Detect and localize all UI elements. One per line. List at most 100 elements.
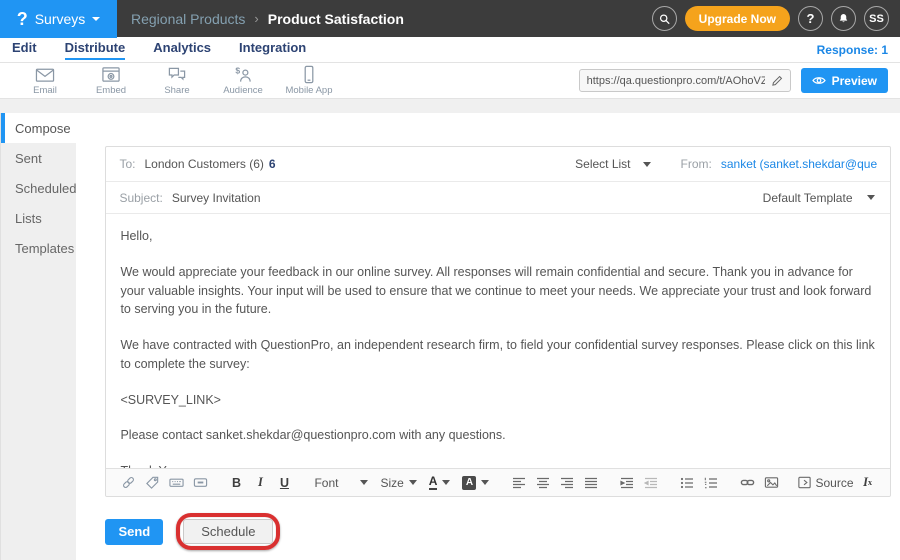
email-body-editor[interactable]: Hello, We would appreciate your feedback… [106, 214, 889, 468]
bulleted-list-icon [680, 476, 694, 490]
sidebar-item-compose[interactable]: Compose [1, 113, 76, 143]
to-row: To: London Customers (6) 6 Select List F… [106, 147, 889, 182]
align-center-button[interactable] [533, 472, 553, 494]
chevron-down-icon [481, 480, 489, 485]
subject-value[interactable]: Survey Invitation [172, 191, 261, 205]
channel-share[interactable]: Share [144, 65, 210, 96]
audience-icon: $ [232, 65, 254, 84]
mobile-phone-icon [298, 65, 320, 84]
to-value[interactable]: London Customers (6) [144, 157, 263, 171]
share-icon [166, 65, 188, 84]
sidebar-item-sent[interactable]: Sent [1, 143, 76, 173]
from-value[interactable]: sanket (sanket.shekdar@ques... [721, 157, 877, 171]
background-color-dropdown[interactable]: A [458, 476, 493, 490]
bulleted-list-button[interactable] [677, 472, 697, 494]
size-dropdown-label: Size [380, 476, 403, 490]
channel-label: Email [33, 85, 57, 96]
bold-button[interactable]: B [226, 472, 246, 494]
font-size-dropdown[interactable]: Size [376, 476, 420, 490]
email-compose-card: To: London Customers (6) 6 Select List F… [105, 146, 890, 497]
product-menu-label: Surveys [35, 11, 86, 27]
avatar-initials: SS [869, 13, 884, 25]
breadcrumb-folder[interactable]: Regional Products [131, 11, 245, 27]
user-avatar[interactable]: SS [864, 6, 889, 31]
tab-edit[interactable]: Edit [12, 40, 37, 60]
chevron-down-icon [442, 480, 450, 485]
template-dropdown[interactable]: Default Template [763, 191, 875, 205]
content-area: Compose Sent Scheduled Lists Templates T… [0, 113, 900, 560]
remove-format-button[interactable]: Ix [858, 472, 878, 494]
eye-icon [812, 75, 826, 86]
preview-button[interactable]: Preview [801, 68, 888, 93]
sidebar-item-templates[interactable]: Templates [1, 233, 76, 263]
upgrade-now-button[interactable]: Upgrade Now [685, 6, 790, 31]
preview-label: Preview [832, 74, 877, 88]
question-mark-icon: ? [807, 11, 815, 26]
insert-link-button[interactable] [737, 472, 757, 494]
numbered-list-button[interactable] [701, 472, 721, 494]
survey-url-field[interactable]: https://qa.questionpro.com/t/AOhoVZfqml [579, 69, 791, 92]
justify-button[interactable] [581, 472, 601, 494]
rich-text-toolbar: B I U Font Size A [106, 468, 889, 496]
surveys-product-menu[interactable]: ? Surveys [0, 0, 117, 38]
align-right-button[interactable] [557, 472, 577, 494]
help-button[interactable]: ? [798, 6, 823, 31]
tab-integration[interactable]: Integration [239, 40, 306, 60]
tab-analytics[interactable]: Analytics [153, 40, 211, 60]
notifications-button[interactable] [831, 6, 856, 31]
tag-icon [145, 475, 160, 490]
channel-audience[interactable]: $ Audience [210, 65, 276, 96]
red-highlight-annotation: Schedule [176, 513, 280, 550]
response-count[interactable]: Response: 1 [817, 43, 888, 57]
bell-icon [838, 12, 849, 25]
email-body-paragraph: We would appreciate your feedback in our… [120, 263, 875, 319]
questionpro-distribute-page: ? Surveys Regional Products › Product Sa… [0, 0, 900, 560]
chevron-down-icon [360, 480, 368, 485]
tab-distribute[interactable]: Distribute [65, 40, 126, 60]
subject-row: Subject: Survey Invitation Default Templ… [106, 182, 889, 214]
insert-image-button[interactable] [761, 472, 781, 494]
align-right-icon [560, 476, 574, 490]
channel-embed[interactable]: Embed [78, 65, 144, 96]
channel-label: Mobile App [285, 85, 332, 96]
insert-tag-button[interactable] [142, 472, 162, 494]
select-list-dropdown[interactable]: Select List [575, 157, 650, 171]
font-dropdown-label: Font [314, 476, 338, 490]
source-label: Source [815, 476, 853, 490]
breadcrumb-separator-icon: › [254, 11, 258, 26]
channel-email[interactable]: Email [12, 65, 78, 96]
channel-label: Embed [96, 85, 126, 96]
channel-label: Share [164, 85, 189, 96]
source-code-icon [797, 475, 812, 490]
to-label: To: [119, 157, 135, 171]
questionpro-logo-icon: ? [17, 10, 28, 28]
channel-mobile-app[interactable]: Mobile App [276, 65, 342, 96]
edit-pencil-icon[interactable] [771, 75, 783, 87]
send-button[interactable]: Send [105, 519, 163, 545]
decrease-indent-button[interactable] [641, 472, 661, 494]
svg-text:$: $ [235, 66, 240, 76]
header-actions: Upgrade Now ? SS [652, 6, 900, 31]
underline-button[interactable]: U [274, 472, 294, 494]
email-body-paragraph: Hello, [120, 227, 875, 246]
channel-label: Audience [223, 85, 263, 96]
chevron-down-icon [409, 480, 417, 485]
text-color-dropdown[interactable]: A [425, 475, 455, 490]
image-icon [764, 475, 779, 490]
insert-survey-link-button[interactable] [118, 472, 138, 494]
font-family-dropdown[interactable]: Font [310, 476, 372, 490]
keyboard-button[interactable] [166, 472, 186, 494]
indent-icon [620, 476, 634, 490]
chain-links-icon [121, 475, 136, 490]
search-button[interactable] [652, 6, 677, 31]
sidebar-item-lists[interactable]: Lists [1, 203, 76, 233]
schedule-button[interactable]: Schedule [183, 519, 273, 544]
align-left-button[interactable] [509, 472, 529, 494]
sidebar-item-scheduled[interactable]: Scheduled [1, 173, 76, 203]
from-section: From: sanket (sanket.shekdar@ques... [681, 157, 877, 171]
increase-indent-button[interactable] [617, 472, 637, 494]
source-button[interactable]: Source [797, 472, 853, 494]
italic-button[interactable]: I [250, 472, 270, 494]
insert-button-button[interactable] [190, 472, 210, 494]
email-body-paragraph: <SURVEY_LINK> [120, 391, 875, 410]
